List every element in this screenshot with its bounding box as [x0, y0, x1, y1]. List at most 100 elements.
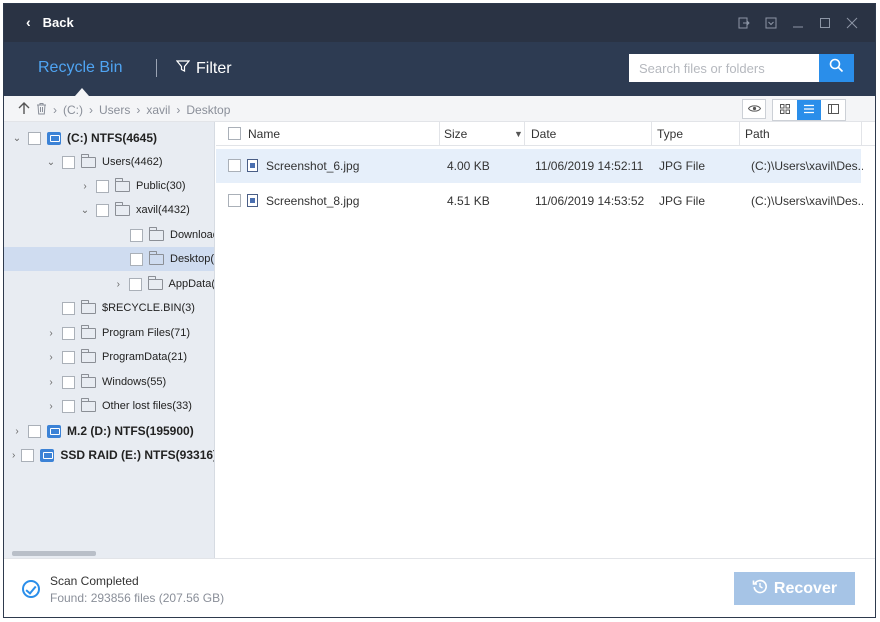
- recover-button[interactable]: Recover: [734, 572, 855, 605]
- drive-icon: [47, 424, 61, 438]
- chevron-right-icon[interactable]: ›: [12, 450, 15, 461]
- minimize-icon[interactable]: [784, 12, 811, 34]
- tree-item-windows[interactable]: › Windows(55): [4, 370, 214, 394]
- scan-status-title: Scan Completed: [50, 574, 139, 588]
- tab-recycle-bin[interactable]: Recycle Bin: [38, 59, 122, 77]
- folder-icon: [147, 275, 163, 290]
- column-header-size[interactable]: Size: [444, 127, 467, 141]
- checkbox[interactable]: [128, 277, 142, 291]
- panel-icon: [827, 103, 839, 117]
- column-divider[interactable]: [439, 122, 440, 146]
- checkbox[interactable]: [228, 159, 241, 172]
- chevron-right-icon[interactable]: ›: [46, 377, 56, 388]
- detail-view-button[interactable]: [821, 100, 845, 120]
- grid-view-button[interactable]: [773, 100, 797, 120]
- tree-item-programdata[interactable]: › ProgramData(21): [4, 345, 214, 369]
- sort-desc-icon[interactable]: ▼: [514, 129, 523, 139]
- chevron-right-icon[interactable]: ›: [46, 401, 56, 412]
- close-icon[interactable]: [838, 12, 865, 34]
- tree-item-drive-d[interactable]: › M.2 (D:) NTFS(195900): [4, 419, 214, 443]
- table-row[interactable]: Screenshot_6.jpg 4.00 KB 11/06/2019 14:5…: [216, 149, 863, 183]
- tree-item-recycle-bin[interactable]: $RECYCLE.BIN(3): [4, 296, 214, 320]
- tree-item-appdata[interactable]: › AppData(: [4, 272, 214, 296]
- checkbox[interactable]: [228, 194, 241, 207]
- breadcrumb-item[interactable]: Desktop: [186, 103, 230, 117]
- checkbox[interactable]: [62, 326, 75, 340]
- column-divider[interactable]: [861, 122, 862, 146]
- chevron-down-icon[interactable]: ⌄: [80, 205, 90, 216]
- checkbox[interactable]: [62, 155, 75, 169]
- file-path: (C:)\Users\xavil\Des...: [751, 194, 863, 208]
- column-header-date[interactable]: Date: [531, 127, 556, 141]
- chevron-right-icon[interactable]: ›: [114, 279, 123, 290]
- checkbox[interactable]: [28, 131, 41, 145]
- view-mode-group: [772, 99, 846, 121]
- tree-horizontal-scrollbar[interactable]: [4, 549, 214, 558]
- checkbox[interactable]: [96, 179, 109, 193]
- checkbox[interactable]: [62, 301, 75, 315]
- maximize-icon[interactable]: [811, 12, 838, 34]
- active-tab-indicator: [75, 88, 89, 96]
- checkbox[interactable]: [62, 375, 75, 389]
- chevron-right-icon[interactable]: ›: [80, 181, 90, 192]
- check-circle-icon: [22, 580, 40, 598]
- drive-icon: [40, 448, 55, 462]
- tree-item-drive-c[interactable]: ⌄ (C:) NTFS(4645): [4, 126, 214, 150]
- tree-item-public[interactable]: › Public(30): [4, 174, 214, 198]
- chevron-down-icon[interactable]: ⌄: [46, 157, 56, 168]
- checkbox[interactable]: [62, 399, 75, 413]
- exit-icon[interactable]: [730, 12, 757, 34]
- filter-label: Filter: [196, 59, 232, 77]
- file-size: 4.51 KB: [447, 194, 490, 208]
- preview-button[interactable]: [742, 99, 766, 119]
- list-icon: [804, 103, 814, 117]
- column-header-type[interactable]: Type: [657, 127, 683, 141]
- menu-icon[interactable]: [757, 12, 784, 34]
- checkbox[interactable]: [21, 448, 35, 462]
- tree-item-other-lost-files[interactable]: › Other lost files(33): [4, 394, 214, 418]
- restore-icon: [752, 578, 768, 599]
- column-header-path[interactable]: Path: [745, 127, 770, 141]
- filter-button[interactable]: Filter: [175, 59, 232, 78]
- search-input[interactable]: [629, 54, 819, 82]
- file-type: JPG File: [659, 159, 706, 173]
- checkbox[interactable]: [130, 228, 143, 242]
- column-divider[interactable]: [524, 122, 525, 146]
- chevron-down-icon[interactable]: ⌄: [12, 133, 22, 144]
- chevron-right-icon: ›: [176, 103, 181, 117]
- column-divider[interactable]: [651, 122, 652, 146]
- select-all-checkbox[interactable]: [228, 127, 241, 140]
- tree-item-desktop[interactable]: Desktop(2): [4, 247, 214, 271]
- status-bar: Scan Completed Found: 293856 files (207.…: [4, 558, 875, 617]
- column-header-name[interactable]: Name: [248, 127, 280, 141]
- breadcrumb-item[interactable]: (C:): [63, 103, 83, 117]
- tree-item-downloads[interactable]: Downloads: [4, 223, 214, 247]
- file-path: (C:)\Users\xavil\Des...: [751, 159, 863, 173]
- tree-item-xavil[interactable]: ⌄ xavil(4432): [4, 198, 214, 222]
- tree-item-drive-e[interactable]: › SSD RAID (E:) NTFS(93316): [4, 443, 214, 467]
- tree-item-program-files[interactable]: › Program Files(71): [4, 321, 214, 345]
- folder-icon: [81, 373, 96, 388]
- chevron-right-icon[interactable]: ›: [46, 352, 56, 363]
- up-arrow-icon[interactable]: [18, 102, 30, 118]
- breadcrumb-item[interactable]: Users: [99, 103, 130, 117]
- breadcrumb-item[interactable]: xavil: [146, 103, 170, 117]
- checkbox[interactable]: [130, 252, 143, 266]
- tree-item-users[interactable]: ⌄ Users(4462): [4, 150, 214, 174]
- recover-label: Recover: [773, 579, 838, 597]
- folder-icon: [115, 177, 130, 192]
- tree-item-label: Downloads: [170, 229, 214, 241]
- chevron-right-icon[interactable]: ›: [46, 328, 56, 339]
- search-button[interactable]: [819, 54, 854, 82]
- checkbox[interactable]: [62, 350, 75, 364]
- checkbox[interactable]: [96, 203, 109, 217]
- view-controls: [742, 99, 846, 121]
- checkbox[interactable]: [28, 424, 41, 438]
- back-button[interactable]: ‹ Back: [26, 14, 74, 30]
- column-divider[interactable]: [739, 122, 740, 146]
- chevron-right-icon[interactable]: ›: [12, 426, 22, 437]
- table-row[interactable]: Screenshot_8.jpg 4.51 KB 11/06/2019 14:5…: [216, 184, 863, 218]
- trash-icon[interactable]: [36, 102, 47, 118]
- list-view-button[interactable]: [797, 100, 821, 120]
- scrollbar-thumb[interactable]: [12, 551, 96, 556]
